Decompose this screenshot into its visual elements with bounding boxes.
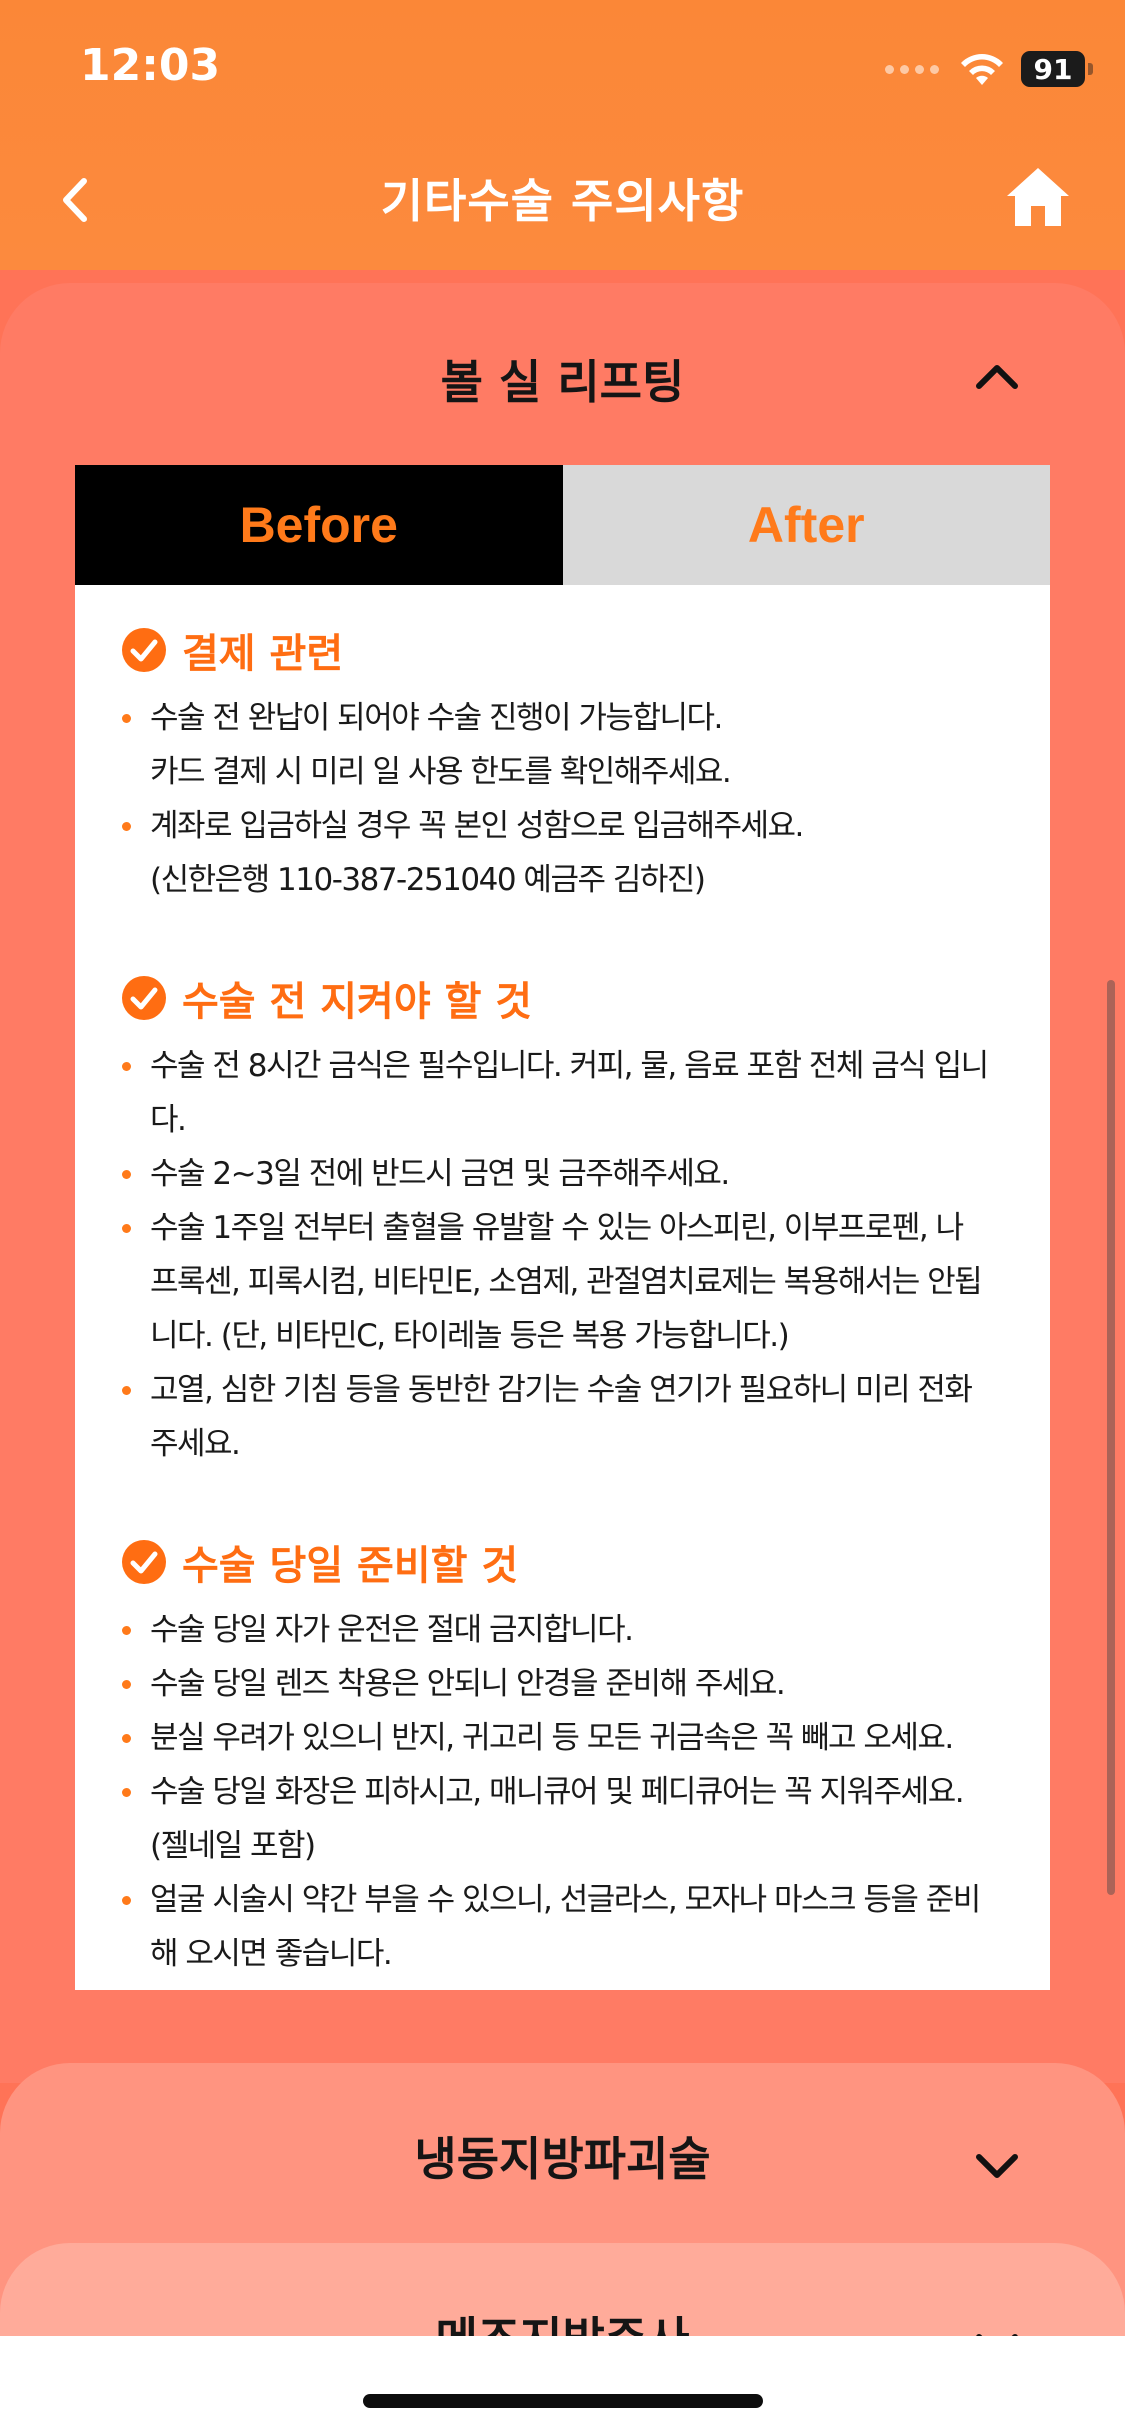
status-indicators: 91 — [885, 44, 1093, 94]
header-bar: 12:03 91 기타수술 주의사항 — [0, 0, 1125, 270]
section-payment: 결제 관련 수술 전 완납이 되어야 수술 진행이 가능합니다. 카드 결제 시… — [120, 615, 1010, 907]
list-item: 수술 당일 화장은 피하시고, 매니큐어 및 페디큐어는 꼭 지워주세요. (젤… — [120, 1765, 1010, 1873]
chevron-up-icon[interactable] — [974, 361, 1020, 391]
before-after-tabs: Before After — [75, 465, 1050, 585]
screen: 12:03 91 기타수술 주의사항 볼 실 리프팅 Before After … — [0, 0, 1125, 2436]
list-item: 수술 전 8시간 금식은 필수입니다. 커피, 물, 음료 포함 전체 금식 입… — [120, 1039, 1010, 1147]
check-circle-icon — [122, 976, 166, 1020]
list-item: 수술 전 완납이 되어야 수술 진행이 가능합니다. 카드 결제 시 미리 일 … — [120, 691, 1010, 799]
accordion-title[interactable]: 볼 실 리프팅 — [0, 346, 1125, 412]
check-circle-icon — [122, 628, 166, 672]
section-surgery-day: 수술 당일 준비할 것 수술 당일 자가 운전은 절대 금지합니다. 수술 당일… — [120, 1527, 1010, 1981]
status-time: 12:03 — [80, 40, 221, 91]
wifi-icon — [961, 54, 1003, 85]
tab-after[interactable]: After — [562, 465, 1050, 585]
battery-icon: 91 — [1021, 51, 1093, 87]
section-before-surgery: 수술 전 지켜야 할 것 수술 전 8시간 금식은 필수입니다. 커피, 물, … — [120, 963, 1010, 1471]
list-item: 계좌로 입금하실 경우 꼭 본인 성함으로 입금해주세요. (신한은행 110-… — [120, 799, 1010, 907]
list-item: 얼굴 시술시 약간 부을 수 있으니, 선글라스, 모자나 마스크 등을 준비 … — [120, 1873, 1010, 1981]
cellular-signal-icon — [885, 64, 939, 74]
precautions-card: Before After 결제 관련 수술 전 완납이 되어야 수술 진행이 가… — [75, 465, 1050, 1990]
accordion-title[interactable]: 냉동지방파괴술 — [0, 2123, 1125, 2189]
list-item: 수술 당일 자가 운전은 절대 금지합니다. — [120, 1603, 1010, 1657]
home-indicator-area — [0, 2336, 1125, 2436]
section-title: 결제 관련 — [182, 631, 344, 677]
chevron-down-icon[interactable] — [974, 2151, 1020, 2181]
battery-level: 91 — [1033, 52, 1073, 86]
list-item: 고열, 심한 기침 등을 동반한 감기는 수술 연기가 필요하니 미리 전화 주… — [120, 1363, 1010, 1471]
section-title: 수술 전 지켜야 할 것 — [182, 979, 533, 1025]
section-title: 수술 당일 준비할 것 — [182, 1543, 519, 1589]
list-item: 수술 2~3일 전에 반드시 금연 및 금주해주세요. — [120, 1147, 1010, 1201]
check-circle-icon — [122, 1540, 166, 1584]
list-item: 분실 우려가 있으니 반지, 귀고리 등 모든 귀금속은 꼭 빼고 오세요. — [120, 1711, 1010, 1765]
home-icon — [1007, 168, 1069, 226]
list-item: 수술 당일 렌즈 착용은 안되니 안경을 준비해 주세요. — [120, 1657, 1010, 1711]
home-button[interactable] — [1003, 162, 1073, 232]
page-title: 기타수술 주의사항 — [380, 174, 745, 228]
list-item: 수술 1주일 전부터 출혈을 유발할 수 있는 아스피린, 이부프로펜, 나 프… — [120, 1201, 1010, 1363]
scrollbar[interactable] — [1107, 980, 1115, 1895]
home-indicator[interactable] — [363, 2394, 763, 2408]
precaution-sections: 결제 관련 수술 전 완납이 되어야 수술 진행이 가능합니다. 카드 결제 시… — [75, 585, 1050, 1981]
tab-before[interactable]: Before — [75, 465, 563, 585]
